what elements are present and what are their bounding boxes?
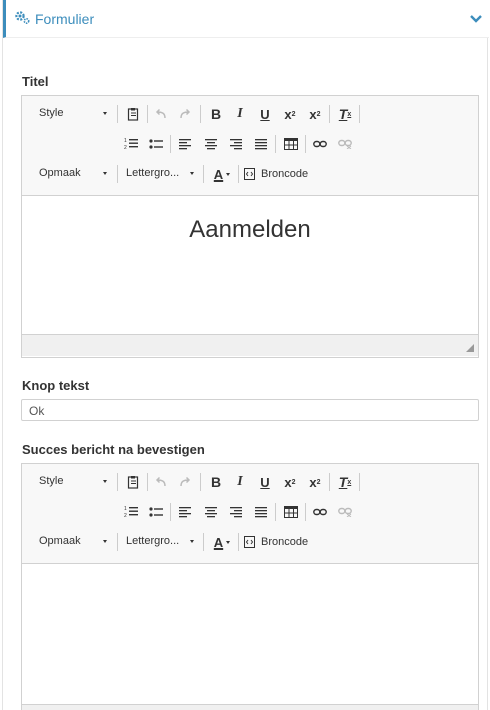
- align-center-icon[interactable]: [201, 502, 221, 522]
- bullet-list-icon[interactable]: [146, 134, 166, 154]
- numbered-list-icon[interactable]: 12: [121, 134, 141, 154]
- button-text-value: Ok: [29, 404, 45, 418]
- redo-icon[interactable]: [175, 104, 195, 124]
- justify-icon[interactable]: [251, 502, 271, 522]
- subscript-button[interactable]: x2: [280, 104, 300, 124]
- paste-icon[interactable]: [123, 472, 143, 492]
- underline-button[interactable]: U: [255, 472, 275, 492]
- editor-toolbar: Style B I U x2 x2 T x 1 2 Opmaak Letterg…: [22, 464, 478, 564]
- fontsize-combo-label: Lettergro...: [126, 167, 180, 179]
- bold-button[interactable]: B: [206, 104, 226, 124]
- title-content-text: Aanmelden: [189, 216, 311, 243]
- unlink-icon[interactable]: [335, 134, 355, 154]
- bold-button[interactable]: B: [206, 472, 226, 492]
- italic-button[interactable]: I: [230, 104, 250, 124]
- format-combo[interactable]: Opmaak: [39, 164, 107, 184]
- source-button[interactable]: Broncode: [244, 164, 316, 184]
- resize-handle-icon[interactable]: [466, 344, 474, 352]
- align-left-icon[interactable]: [175, 502, 195, 522]
- svg-text:2: 2: [124, 145, 127, 151]
- unlink-icon[interactable]: [335, 502, 355, 522]
- paste-icon[interactable]: [123, 104, 143, 124]
- link-icon[interactable]: [310, 134, 330, 154]
- style-combo-label: Style: [39, 475, 64, 487]
- svg-text:1: 1: [124, 138, 127, 144]
- style-combo[interactable]: Style: [39, 104, 107, 124]
- success-editor: Style B I U x2 x2 T x 1 2 Opmaak Letterg…: [21, 463, 479, 710]
- source-label: Broncode: [261, 168, 309, 180]
- subscript-label: x: [284, 474, 292, 490]
- remove-format-button[interactable]: Tx: [335, 472, 355, 492]
- subscript-button[interactable]: x2: [280, 472, 300, 492]
- justify-icon[interactable]: [251, 134, 271, 154]
- format-combo-label: Opmaak: [39, 535, 81, 547]
- superscript-button[interactable]: x2: [305, 104, 325, 124]
- text-color-button[interactable]: A: [209, 532, 235, 552]
- superscript-button[interactable]: x2: [305, 472, 325, 492]
- chevron-down-icon[interactable]: [469, 12, 483, 26]
- table-icon[interactable]: [281, 502, 301, 522]
- align-center-icon[interactable]: [201, 134, 221, 154]
- underline-button[interactable]: U: [255, 104, 275, 124]
- align-left-icon[interactable]: [175, 134, 195, 154]
- svg-text:2: 2: [124, 513, 127, 519]
- button-text-label: Knop tekst: [22, 378, 90, 393]
- success-message-label: Succes bericht na bevestigen: [22, 442, 205, 457]
- text-color-label: A: [213, 534, 224, 550]
- success-editor-statusbar: [22, 704, 478, 710]
- title-label: Titel: [22, 74, 49, 89]
- link-icon[interactable]: [310, 502, 330, 522]
- source-icon: [244, 168, 255, 180]
- svg-text:1: 1: [124, 506, 127, 512]
- format-combo[interactable]: Opmaak: [39, 532, 107, 552]
- fontsize-combo-label: Lettergro...: [126, 535, 180, 547]
- text-color-label: A: [213, 166, 224, 182]
- table-icon[interactable]: [281, 134, 301, 154]
- format-combo-label: Opmaak: [39, 167, 81, 179]
- text-color-button[interactable]: A: [209, 164, 235, 184]
- style-combo[interactable]: Style: [39, 472, 107, 492]
- title-editor-statusbar: [22, 334, 478, 356]
- panel-header[interactable]: Formulier: [3, 0, 489, 38]
- success-editor-content[interactable]: [22, 564, 478, 704]
- source-label: Broncode: [261, 536, 309, 548]
- superscript-label: x: [309, 106, 317, 122]
- button-text-input[interactable]: Ok: [21, 399, 479, 421]
- source-icon: [244, 536, 255, 548]
- subscript-label: x: [284, 106, 292, 122]
- style-combo-label: Style: [39, 107, 64, 119]
- source-button[interactable]: Broncode: [244, 532, 316, 552]
- fontsize-combo[interactable]: Lettergro...: [126, 532, 194, 552]
- remove-format-button[interactable]: Tx: [335, 104, 355, 124]
- fontsize-combo[interactable]: Lettergro...: [126, 164, 194, 184]
- gears-icon: [14, 9, 30, 25]
- remove-format-label: T: [338, 474, 348, 490]
- remove-format-label: T: [338, 106, 348, 122]
- undo-icon[interactable]: [151, 472, 171, 492]
- align-right-icon[interactable]: [226, 134, 246, 154]
- italic-button[interactable]: I: [230, 472, 250, 492]
- redo-icon[interactable]: [175, 472, 195, 492]
- panel-title: Formulier: [35, 11, 95, 27]
- title-editor-content[interactable]: Aanmelden: [22, 196, 478, 334]
- editor-toolbar: Style B I U x2 x2 T x 1 2 Opmaak Letterg…: [22, 96, 478, 196]
- numbered-list-icon[interactable]: 12: [121, 502, 141, 522]
- align-right-icon[interactable]: [226, 502, 246, 522]
- superscript-label: x: [309, 474, 317, 490]
- title-editor: Style B I U x2 x2 T x 1 2 Opmaak Letterg…: [21, 95, 479, 358]
- undo-icon[interactable]: [151, 104, 171, 124]
- form-panel: Formulier Titel Style B I U x 2 x 2 T x …: [2, 0, 489, 710]
- bullet-list-icon[interactable]: [146, 502, 166, 522]
